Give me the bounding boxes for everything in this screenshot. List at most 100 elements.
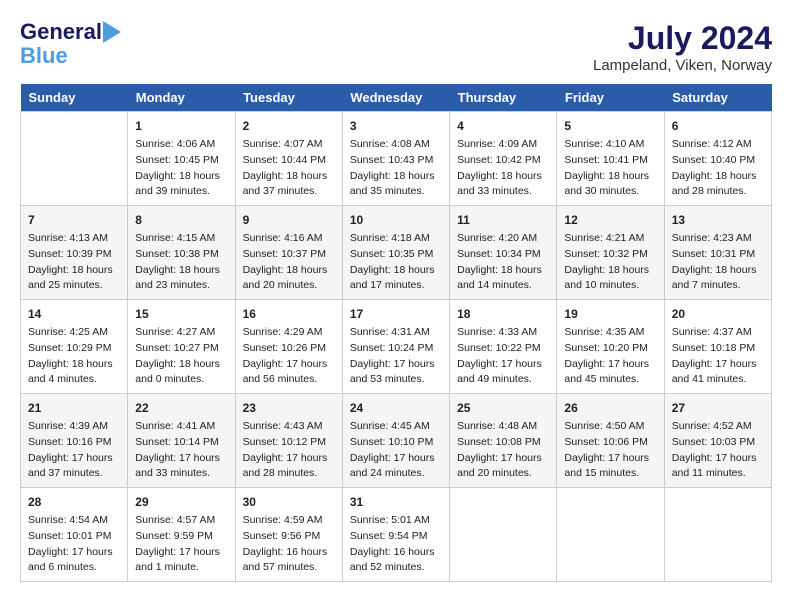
calendar-cell: 31 Sunrise: 5:01 AM Sunset: 9:54 PM Dayli… [342,488,449,582]
day-info: Sunrise: 4:07 AM Sunset: 10:44 PM Daylig… [243,137,335,200]
calendar-cell: 2 Sunrise: 4:07 AM Sunset: 10:44 PM Dayli… [235,112,342,206]
calendar-week-row: 7 Sunrise: 4:13 AM Sunset: 10:39 PM Dayli… [21,206,772,300]
calendar-cell: 12 Sunrise: 4:21 AM Sunset: 10:32 PM Dayl… [557,206,664,300]
day-number: 6 [672,117,764,135]
day-number: 9 [243,211,335,229]
weekday-header-cell: Monday [128,84,235,112]
day-info: Sunrise: 4:31 AM Sunset: 10:24 PM Daylig… [350,325,442,388]
calendar-cell: 20Sunrise: 4:37 AM Sunset: 10:18 PM Dayl… [664,300,771,394]
calendar-cell: 23Sunrise: 4:43 AM Sunset: 10:12 PM Dayl… [235,394,342,488]
day-number: 1 [135,117,227,135]
day-number: 22 [135,399,227,417]
calendar-week-row: 14 Sunrise: 4:25 AM Sunset: 10:29 PM Dayl… [21,300,772,394]
day-info: Sunrise: 4:13 AM Sunset: 10:39 PM Daylig… [28,231,120,294]
day-info: Sunrise: 4:52 AM Sunset: 10:03 PM Daylig… [672,419,764,482]
title-block: July 2024 Lampeland, Viken, Norway [593,20,772,74]
calendar-week-row: 28Sunrise: 4:54 AM Sunset: 10:01 PM Dayl… [21,488,772,582]
calendar-week-row: 1Sunrise: 4:06 AM Sunset: 10:45 PM Dayli… [21,112,772,206]
day-number: 10 [350,211,442,229]
day-number: 2 [243,117,335,135]
calendar-cell: 3Sunrise: 4:08 AM Sunset: 10:43 PM Dayli… [342,112,449,206]
calendar-cell: 27 Sunrise: 4:52 AM Sunset: 10:03 PM Dayl… [664,394,771,488]
calendar-cell [664,488,771,582]
day-info: Sunrise: 4:29 AM Sunset: 10:26 PM Daylig… [243,325,335,388]
day-info: Sunrise: 4:18 AM Sunset: 10:35 PM Daylig… [350,231,442,294]
weekday-header-cell: Wednesday [342,84,449,112]
calendar-cell: 4 Sunrise: 4:09 AM Sunset: 10:42 PM Dayli… [450,112,557,206]
calendar-cell: 13Sunrise: 4:23 AM Sunset: 10:31 PM Dayl… [664,206,771,300]
day-info: Sunrise: 4:57 AM Sunset: 9:59 PM Dayligh… [135,513,227,576]
day-number: 18 [457,305,549,323]
day-number: 29 [135,493,227,511]
logo-text: General [20,20,102,44]
calendar-week-row: 21 Sunrise: 4:39 AM Sunset: 10:16 PM Dayl… [21,394,772,488]
weekday-header-cell: Sunday [21,84,128,112]
month-year: July 2024 [593,20,772,57]
day-number: 15 [135,305,227,323]
day-number: 31 [350,493,442,511]
day-info: Sunrise: 4:21 AM Sunset: 10:32 PM Daylig… [564,231,656,294]
calendar-table: SundayMondayTuesdayWednesdayThursdayFrid… [20,84,772,582]
calendar-cell: 10 Sunrise: 4:18 AM Sunset: 10:35 PM Dayl… [342,206,449,300]
day-number: 16 [243,305,335,323]
day-info: Sunrise: 5:01 AM Sunset: 9:54 PM Dayligh… [350,513,442,576]
day-number: 4 [457,117,549,135]
calendar-cell: 25Sunrise: 4:48 AM Sunset: 10:08 PM Dayl… [450,394,557,488]
calendar-cell: 16 Sunrise: 4:29 AM Sunset: 10:26 PM Dayl… [235,300,342,394]
calendar-cell: 24Sunrise: 4:45 AM Sunset: 10:10 PM Dayl… [342,394,449,488]
day-info: Sunrise: 4:50 AM Sunset: 10:06 PM Daylig… [564,419,656,482]
day-info: Sunrise: 4:35 AM Sunset: 10:20 PM Daylig… [564,325,656,388]
day-number: 13 [672,211,764,229]
day-info: Sunrise: 4:15 AM Sunset: 10:38 PM Daylig… [135,231,227,294]
calendar-cell: 29 Sunrise: 4:57 AM Sunset: 9:59 PM Dayli… [128,488,235,582]
calendar-cell: 28Sunrise: 4:54 AM Sunset: 10:01 PM Dayl… [21,488,128,582]
calendar-cell: 18 Sunrise: 4:33 AM Sunset: 10:22 PM Dayl… [450,300,557,394]
weekday-header-cell: Thursday [450,84,557,112]
day-number: 5 [564,117,656,135]
calendar-cell: 19 Sunrise: 4:35 AM Sunset: 10:20 PM Dayl… [557,300,664,394]
day-number: 28 [28,493,120,511]
calendar-cell: 14 Sunrise: 4:25 AM Sunset: 10:29 PM Dayl… [21,300,128,394]
calendar-cell: 1Sunrise: 4:06 AM Sunset: 10:45 PM Dayli… [128,112,235,206]
day-info: Sunrise: 4:59 AM Sunset: 9:56 PM Dayligh… [243,513,335,576]
calendar-cell: 9 Sunrise: 4:16 AM Sunset: 10:37 PM Dayli… [235,206,342,300]
calendar-cell: 22Sunrise: 4:41 AM Sunset: 10:14 PM Dayl… [128,394,235,488]
calendar-cell: 26Sunrise: 4:50 AM Sunset: 10:06 PM Dayl… [557,394,664,488]
calendar-cell: 7 Sunrise: 4:13 AM Sunset: 10:39 PM Dayli… [21,206,128,300]
weekday-header-cell: Friday [557,84,664,112]
logo-text-blue: Blue [20,44,121,68]
day-number: 30 [243,493,335,511]
calendar-cell: 8 Sunrise: 4:15 AM Sunset: 10:38 PM Dayli… [128,206,235,300]
calendar-cell: 6 Sunrise: 4:12 AM Sunset: 10:40 PM Dayli… [664,112,771,206]
day-number: 14 [28,305,120,323]
page-header: General Blue July 2024 Lampeland, Viken,… [20,20,772,74]
calendar-cell: 5 Sunrise: 4:10 AM Sunset: 10:41 PM Dayli… [557,112,664,206]
day-info: Sunrise: 4:16 AM Sunset: 10:37 PM Daylig… [243,231,335,294]
day-number: 27 [672,399,764,417]
day-info: Sunrise: 4:20 AM Sunset: 10:34 PM Daylig… [457,231,549,294]
day-info: Sunrise: 4:48 AM Sunset: 10:08 PM Daylig… [457,419,549,482]
weekday-header-cell: Tuesday [235,84,342,112]
day-info: Sunrise: 4:12 AM Sunset: 10:40 PM Daylig… [672,137,764,200]
day-info: Sunrise: 4:10 AM Sunset: 10:41 PM Daylig… [564,137,656,200]
calendar-cell: 21 Sunrise: 4:39 AM Sunset: 10:16 PM Dayl… [21,394,128,488]
day-number: 17 [350,305,442,323]
day-info: Sunrise: 4:33 AM Sunset: 10:22 PM Daylig… [457,325,549,388]
calendar-cell [557,488,664,582]
day-number: 12 [564,211,656,229]
calendar-cell: 17 Sunrise: 4:31 AM Sunset: 10:24 PM Dayl… [342,300,449,394]
day-number: 8 [135,211,227,229]
day-info: Sunrise: 4:45 AM Sunset: 10:10 PM Daylig… [350,419,442,482]
day-number: 21 [28,399,120,417]
day-info: Sunrise: 4:25 AM Sunset: 10:29 PM Daylig… [28,325,120,388]
day-info: Sunrise: 4:39 AM Sunset: 10:16 PM Daylig… [28,419,120,482]
weekday-header-row: SundayMondayTuesdayWednesdayThursdayFrid… [21,84,772,112]
weekday-header-cell: Saturday [664,84,771,112]
day-number: 19 [564,305,656,323]
day-info: Sunrise: 4:09 AM Sunset: 10:42 PM Daylig… [457,137,549,200]
day-number: 7 [28,211,120,229]
day-number: 3 [350,117,442,135]
day-number: 20 [672,305,764,323]
day-info: Sunrise: 4:27 AM Sunset: 10:27 PM Daylig… [135,325,227,388]
calendar-cell: 15 Sunrise: 4:27 AM Sunset: 10:27 PM Dayl… [128,300,235,394]
